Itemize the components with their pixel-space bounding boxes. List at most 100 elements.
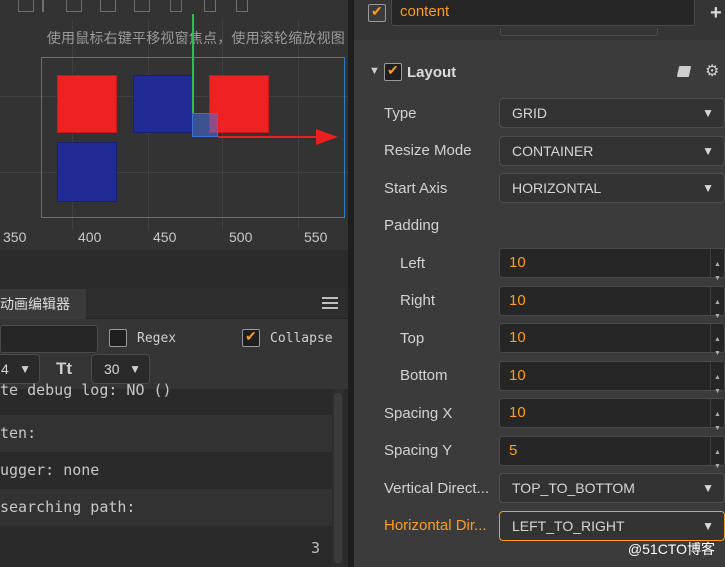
align-icon[interactable]	[18, 0, 34, 12]
log-row[interactable]: ten:	[0, 415, 332, 452]
stepper-icon[interactable]: ▲ ▼	[710, 437, 724, 470]
padding-top-label: Top	[400, 330, 425, 347]
padding-left-label: Left	[400, 255, 426, 272]
node-active-checkbox[interactable]	[368, 3, 386, 22]
inspector-panel: content + ▼ Layout ⚙ Type GRID ▼ Resize …	[354, 0, 725, 567]
collapse-checkbox[interactable]	[242, 328, 260, 347]
console-toolbar: Regex Collapse 4 ▼ Tt 30 ▼	[0, 319, 348, 389]
padding-right-field[interactable]: 10 ▲ ▼	[499, 286, 725, 320]
panel-gap	[0, 257, 348, 289]
log-row[interactable]: te debug log: NO ()	[0, 381, 332, 411]
align-bottom-icon[interactable]	[134, 0, 150, 12]
animation-editor-header: 动画编辑器	[0, 289, 348, 319]
align-center-icon[interactable]	[204, 0, 216, 12]
horizontal-direction-value: LEFT_TO_RIGHT	[512, 518, 625, 534]
stepper-icon[interactable]: ▲ ▼	[710, 287, 724, 320]
stepper-icon[interactable]: ▲ ▼	[710, 399, 724, 432]
scene-bottom-bar	[0, 250, 348, 257]
padding-bottom-label: Bottom	[400, 367, 448, 384]
type-select[interactable]: GRID ▼	[499, 98, 725, 128]
x-axis-gizmo[interactable]	[218, 136, 320, 138]
node-subfield	[500, 28, 658, 36]
padding-left-field[interactable]: 10 ▲ ▼	[499, 248, 725, 282]
log-row[interactable]: ugger: none	[0, 452, 332, 489]
blue-grid-item[interactable]	[57, 142, 117, 202]
log-count: 3	[310, 539, 320, 557]
console-scrollbar[interactable]	[332, 389, 344, 567]
stepper-icon[interactable]: ▲ ▼	[710, 249, 724, 282]
ruler-tick-label: 550	[304, 229, 328, 245]
horizontal-direction-label: Horizontal Dir...	[384, 517, 487, 534]
line-count-select[interactable]: 30 ▼	[91, 354, 150, 384]
x-axis-arrow-icon[interactable]	[316, 129, 338, 145]
tab-animation-editor[interactable]: 动画编辑器	[0, 289, 86, 319]
chevron-down-icon: ▼	[702, 144, 714, 158]
selection-handle[interactable]	[192, 113, 218, 137]
spacing-x-field[interactable]: 10 ▲ ▼	[499, 398, 725, 432]
toolbar-separator	[42, 0, 44, 12]
chevron-down-icon: ▼	[702, 106, 714, 120]
resize-mode-select[interactable]: CONTAINER ▼	[499, 136, 725, 166]
align-left-icon[interactable]	[170, 0, 182, 12]
blue-grid-item[interactable]	[133, 75, 193, 133]
font-size-value: 4	[1, 361, 9, 377]
start-axis-value: HORIZONTAL	[512, 180, 602, 196]
stepper-icon[interactable]: ▲ ▼	[710, 362, 724, 395]
padding-right-label: Right	[400, 292, 436, 309]
resize-mode-label: Resize Mode	[384, 142, 472, 159]
regex-label: Regex	[137, 331, 177, 346]
help-book-icon[interactable]	[676, 66, 692, 77]
vertical-direction-value: TOP_TO_BOTTOM	[512, 480, 635, 496]
stepper-icon[interactable]: ▲ ▼	[710, 324, 724, 357]
type-label: Type	[384, 105, 417, 122]
regex-checkbox[interactable]	[109, 329, 127, 347]
padding-bottom-field[interactable]: 10 ▲ ▼	[499, 361, 725, 395]
padding-top-field[interactable]: 10 ▲ ▼	[499, 323, 725, 357]
filter-input[interactable]	[0, 325, 98, 353]
collapse-label: Collapse	[270, 331, 333, 346]
collapse-triangle-icon[interactable]: ▼	[369, 65, 380, 77]
spacing-y-label: Spacing Y	[384, 442, 453, 459]
chevron-down-icon: ▼	[702, 519, 714, 533]
scene-view[interactable]: 使用鼠标右键平移视窗焦点，使用滚轮缩放视图 350 400 450 500 55…	[0, 0, 348, 257]
start-axis-select[interactable]: HORIZONTAL ▼	[499, 173, 725, 203]
layout-title: Layout	[407, 64, 457, 81]
scene-hint-text: 使用鼠标右键平移视窗焦点，使用滚轮缩放视图	[46, 30, 345, 46]
console-log-list: te debug log: NO () ten: ugger: none sea…	[0, 381, 348, 567]
y-axis-gizmo[interactable]	[192, 14, 194, 114]
padding-label: Padding	[384, 217, 440, 234]
text-size-icon: Tt	[56, 359, 73, 378]
red-grid-item[interactable]	[209, 75, 269, 133]
ruler-tick-label: 350	[3, 229, 27, 245]
watermark: @51CTO博客	[627, 541, 715, 557]
chevron-down-icon: ▼	[129, 362, 141, 376]
node-name-field[interactable]: content	[391, 0, 695, 26]
scene-ruler: 350 400 450 500 550	[0, 226, 348, 248]
ruler-tick-label: 450	[153, 229, 177, 245]
align-top-icon[interactable]	[66, 0, 82, 12]
red-grid-item[interactable]	[57, 75, 117, 133]
plus-icon[interactable]: +	[710, 2, 722, 25]
layout-enabled-checkbox[interactable]	[384, 62, 402, 81]
log-row[interactable]: searching path:	[0, 489, 332, 526]
gear-icon[interactable]: ⚙	[705, 61, 719, 81]
chevron-down-icon: ▼	[702, 181, 714, 195]
layout-component-header[interactable]: ▼ Layout ⚙	[354, 58, 725, 88]
align-middle-icon[interactable]	[100, 0, 116, 12]
line-count-value: 30	[104, 361, 120, 377]
horizontal-direction-select[interactable]: LEFT_TO_RIGHT ▼	[499, 511, 725, 541]
font-size-select[interactable]: 4 ▼	[0, 354, 40, 384]
vertical-direction-select[interactable]: TOP_TO_BOTTOM ▼	[499, 473, 725, 503]
menu-icon[interactable]	[322, 297, 338, 311]
spacing-x-label: Spacing X	[384, 405, 453, 422]
chevron-down-icon: ▼	[19, 362, 31, 376]
scene-toolbar	[0, 0, 348, 18]
ruler-tick-label: 400	[78, 229, 102, 245]
ruler-tick-label: 500	[229, 229, 253, 245]
start-axis-label: Start Axis	[384, 180, 448, 197]
resize-mode-value: CONTAINER	[512, 143, 594, 159]
chevron-down-icon: ▼	[702, 481, 714, 495]
align-right-icon[interactable]	[236, 0, 248, 12]
spacing-y-field[interactable]: 5 ▲ ▼	[499, 436, 725, 470]
node-name-row: content +	[354, 0, 725, 40]
